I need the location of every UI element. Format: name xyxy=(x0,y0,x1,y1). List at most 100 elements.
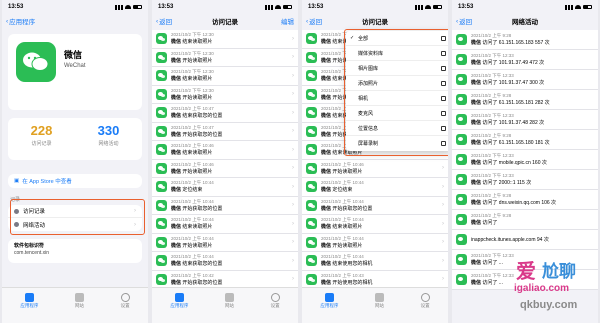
chevron-right-icon: › xyxy=(292,146,294,153)
list-item[interactable]: 2021/10/2 上午 10:44 微信 结束读取照片 › xyxy=(152,215,298,234)
tab-apps[interactable]: 应用程序 xyxy=(20,293,38,323)
item-app: 微信 xyxy=(321,150,332,157)
list-item[interactable]: 2021/10/2 上午 10:44 微信 结束读取照片 › xyxy=(302,215,448,234)
stat-network[interactable]: 330 网络活动 xyxy=(75,118,142,160)
wechat-icon xyxy=(156,162,167,174)
wechat-icon xyxy=(456,274,467,285)
highlight-box xyxy=(10,199,145,235)
app-card: 微信 WeChat xyxy=(8,34,142,110)
list-item[interactable]: 2021/10/2 上午 10:44 微信 开始获取您的位置 › xyxy=(152,196,298,215)
item-app: 微信 xyxy=(471,160,482,166)
item-app: 微信 xyxy=(471,80,482,86)
item-app: 微信 xyxy=(471,60,482,66)
network-item[interactable]: 2021/10/2 上午 9:28 微信 访问了 dns.weixin.qq.co… xyxy=(452,190,598,210)
tab-websites[interactable]: 网站 xyxy=(224,293,234,323)
back-button[interactable]: ‹ 返回 xyxy=(156,16,172,27)
appstore-link[interactable]: ▣ 在 App Store 中查看 xyxy=(8,174,142,188)
wechat-icon xyxy=(306,70,317,82)
stats-card: 228 访问记录 330 网络活动 xyxy=(8,118,142,160)
back-button[interactable]: ‹ 返回 xyxy=(306,16,322,27)
network-item[interactable]: 2021/10/2 下午 12:33 微信 访问了 2000::1 115 次 xyxy=(452,170,598,190)
list-item[interactable]: 2021/10/2 下午 12:30微信 结束读取照片› xyxy=(152,67,298,86)
network-item[interactable]: 2021/10/2 上午 9:28 微信 访问了 61.151.165.181 2… xyxy=(452,90,598,110)
filter-menu-screen: 13:53 ‹返回 访问记录 2021/10/2 下午 12:30微信 结束读取… xyxy=(302,0,448,323)
item-description: 开始读取照片 xyxy=(332,168,363,175)
list-item[interactable]: 2021/10/2 上午 10:47微信 开始获取您的位置› xyxy=(152,122,298,141)
wechat-icon xyxy=(306,236,317,248)
chevron-right-icon: › xyxy=(292,257,294,264)
chevron-right-icon: › xyxy=(292,109,294,116)
stat-access[interactable]: 228 访问记录 xyxy=(8,118,75,160)
network-item[interactable]: 2021/10/2 上午 9:28 微信 访问了 61.151.165.183 5… xyxy=(452,30,598,50)
list-item[interactable]: 2021/10/2 上午 10:44 微信 定位结束 › xyxy=(302,178,448,197)
bundle-id-box: 软件包标识符 com.tencent.xin xyxy=(8,239,142,263)
chevron-right-icon: › xyxy=(292,128,294,135)
wechat-icon xyxy=(306,181,317,193)
tab-settings[interactable]: 设置 xyxy=(120,293,130,323)
list-item[interactable]: 2021/10/2 上午 10:44 微信 定位结束 › xyxy=(152,178,298,197)
tab-settings[interactable]: 设置 xyxy=(420,293,430,323)
list-item[interactable]: 2021/10/2 下午 12:30微信 开始读取照片› xyxy=(152,48,298,67)
item-description: 结束获取您的位置 xyxy=(182,113,223,120)
item-app: 微信 xyxy=(471,40,482,46)
network-item[interactable]: 2021/10/2 下午 12:33 微信 访问了 mobile.qpic.cn … xyxy=(452,150,598,170)
wifi-icon xyxy=(275,5,281,9)
wechat-icon xyxy=(156,273,167,285)
list-item[interactable]: 2021/10/2 上午 10:44 微信 开始读取照片 › xyxy=(302,233,448,252)
back-button[interactable]: ‹ 应用程序 xyxy=(6,16,35,27)
network-item[interactable]: 2021/10/2 上午 9:28 微信 访问了 61.151.165.180 1… xyxy=(452,130,598,150)
network-item[interactable]: inappcheck.itunes.apple.com 94 次 xyxy=(452,230,598,250)
network-item[interactable]: 2021/10/2 下午 12:33 微信 访问了 101.91.37.48 28… xyxy=(452,110,598,130)
app-detail-screen: 13:53 ‹应用程序 微信 WeChat 228 访问记录 330 网络活动 xyxy=(2,0,148,323)
gear-icon xyxy=(420,293,430,302)
web-icon xyxy=(374,293,384,302)
network-item[interactable]: 2021/10/2 上午 9:28 微信 访问了 xyxy=(452,210,598,230)
list-item[interactable]: 2021/10/2 上午 10:46 微信 开始读取照片 › xyxy=(302,159,448,178)
list-item[interactable]: 2021/10/2 上午 10:44 微信 结束使用您的相机 › xyxy=(302,252,448,271)
nav-bar: ‹ 返回 访问记录 编辑 xyxy=(152,14,298,28)
tab-apps[interactable]: 应用程序 xyxy=(170,293,188,323)
back-button[interactable]: ‹ 返回 xyxy=(456,16,472,27)
gear-icon xyxy=(270,293,280,302)
signal-icon xyxy=(565,4,573,10)
item-description: inappcheck.itunes.apple.com 94 次 xyxy=(471,237,549,243)
wechat-icon xyxy=(156,33,167,45)
wechat-icon xyxy=(306,88,317,100)
item-description: 访问了 mobile.qpic.cn 160 次 xyxy=(482,160,547,166)
apps-icon xyxy=(174,293,184,302)
tab-settings[interactable]: 设置 xyxy=(270,293,280,323)
tab-bar: 应用程序 网站 设置 xyxy=(2,287,148,323)
list-item[interactable]: 2021/10/2 下午 12:30微信 开始读取照片› xyxy=(152,85,298,104)
wechat-icon xyxy=(156,218,167,230)
item-description: 结束读取照片 xyxy=(182,39,213,46)
edit-button[interactable]: 编辑 xyxy=(281,16,294,26)
item-description: 开始读取照片 xyxy=(182,168,213,175)
wechat-icon xyxy=(306,144,317,156)
tab-websites[interactable]: 网站 xyxy=(374,293,384,323)
list-item[interactable]: 2021/10/2 上午 10:46 微信 开始读取照片 › xyxy=(152,159,298,178)
wechat-icon xyxy=(456,234,467,245)
wechat-icon xyxy=(456,254,467,265)
tab-apps[interactable]: 应用程序 xyxy=(320,293,338,323)
item-app: 微信 xyxy=(171,242,182,249)
list-item[interactable]: 2021/10/2 上午 10:44 微信 结束获取您的位置 › xyxy=(152,252,298,271)
item-app: 微信 xyxy=(321,76,332,83)
item-app: 微信 xyxy=(321,57,332,64)
network-item[interactable]: 2021/10/2 下午 12:33 微信 访问了 101.91.37.47 30… xyxy=(452,70,598,90)
list-item[interactable]: 2021/10/2 上午 10:47微信 结束获取您的位置› xyxy=(152,104,298,123)
chevron-right-icon: › xyxy=(292,72,294,79)
tab-websites[interactable]: 网站 xyxy=(74,293,84,323)
wechat-icon xyxy=(156,236,167,248)
list-item[interactable]: 2021/10/2 上午 10:46微信 结束读取照片› xyxy=(152,141,298,160)
list-item[interactable]: 2021/10/2 上午 10:44 微信 开始获取您的位置 › xyxy=(302,196,448,215)
list-item[interactable]: 2021/10/2 下午 12:30微信 结束读取照片› xyxy=(152,30,298,49)
item-description: 结束获取您的位置 xyxy=(182,261,223,268)
tab-bar: 应用程序 网站 设置 xyxy=(302,287,448,323)
chevron-right-icon: › xyxy=(292,239,294,246)
network-list: 2021/10/2 上午 9:28 微信 访问了 61.151.165.183 5… xyxy=(452,30,598,290)
network-item[interactable]: 2021/10/2 下午 12:33 微信 访问了 101.91.37.49 47… xyxy=(452,50,598,70)
wechat-icon xyxy=(306,125,317,137)
list-item[interactable]: 2021/10/2 上午 10:44 微信 开始读取照片 › xyxy=(152,233,298,252)
item-app: 微信 xyxy=(321,113,332,120)
chevron-right-icon: › xyxy=(292,35,294,42)
